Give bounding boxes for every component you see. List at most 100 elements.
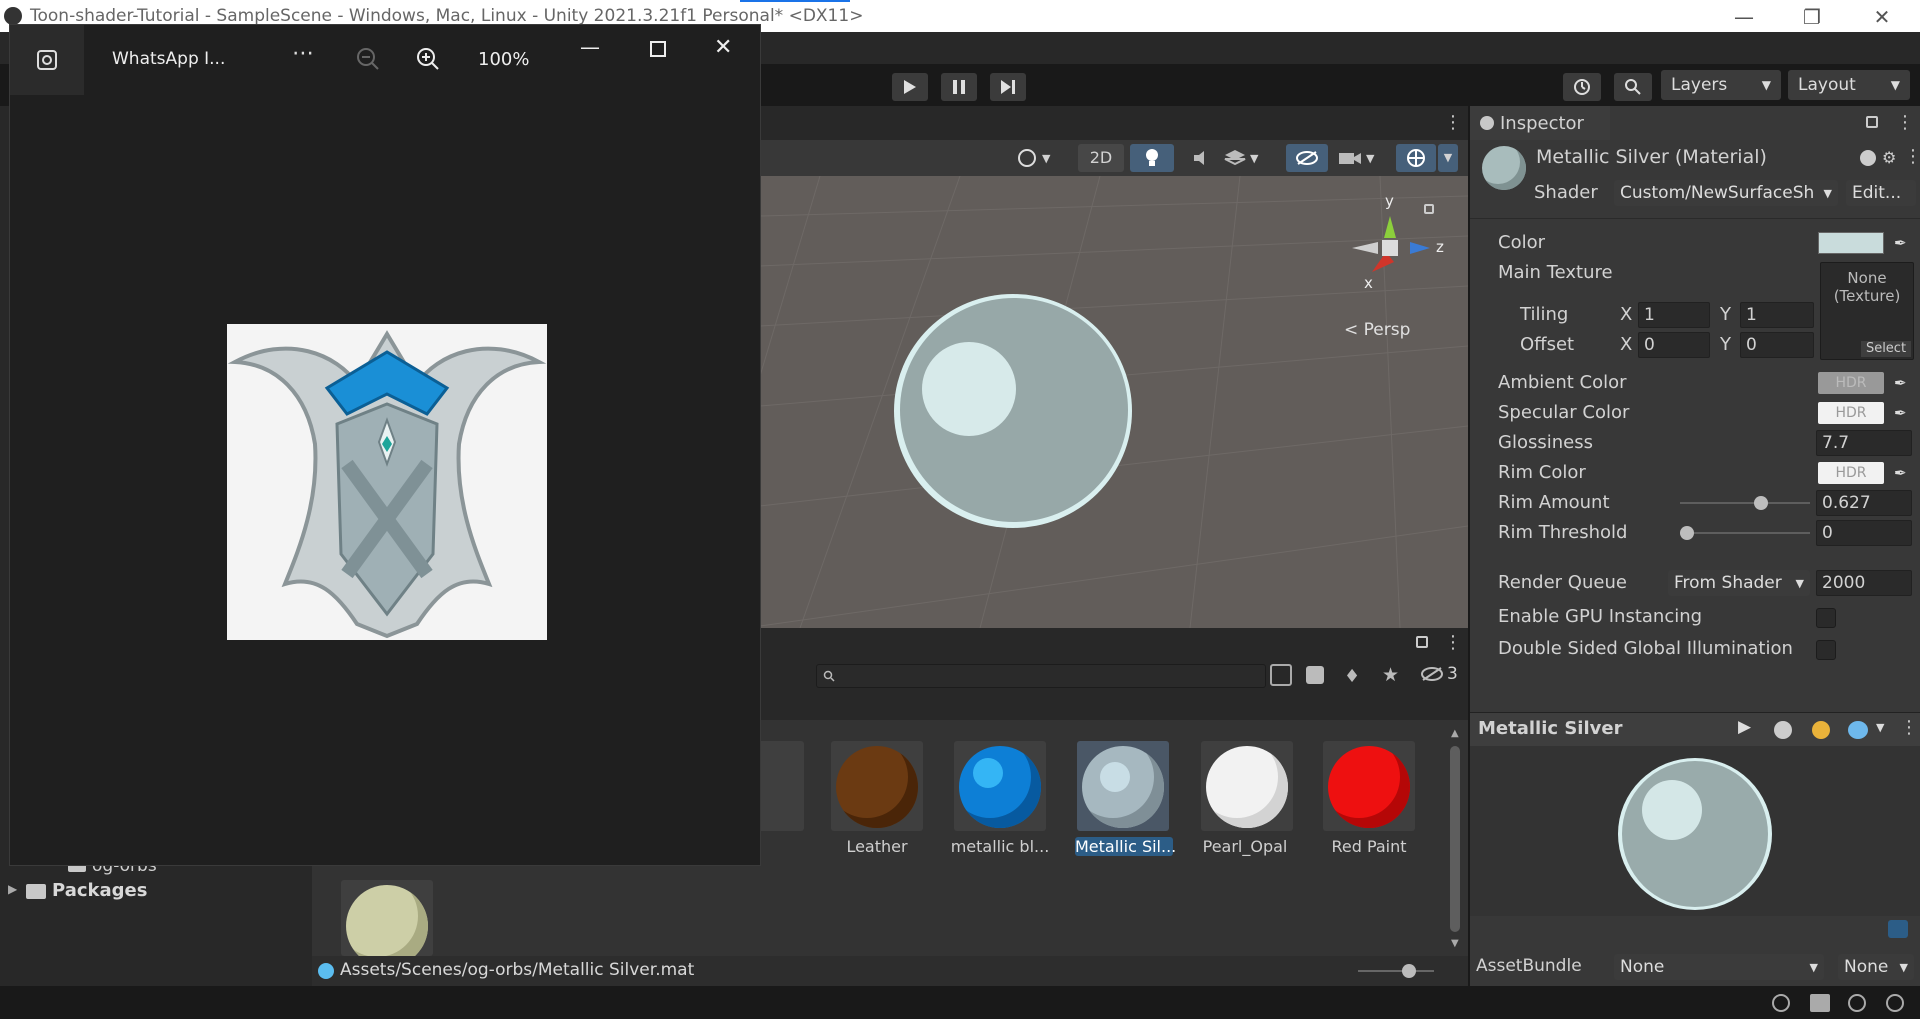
hidden-packages-toggle[interactable]: 3 [1420, 664, 1458, 684]
specular-color-swatch[interactable]: HDR [1818, 402, 1884, 424]
help-icon[interactable] [1860, 150, 1876, 166]
asset-label-tag-icon[interactable] [1888, 920, 1908, 938]
asset-thumb-pearl-opal[interactable] [1201, 741, 1293, 831]
scene-viewport[interactable]: y z x < Persp [760, 176, 1468, 628]
more-options-icon[interactable]: ⋮ [1904, 146, 1920, 167]
ambient-color-swatch[interactable]: HDR [1818, 372, 1884, 394]
eyedropper-icon[interactable]: ✒ [1894, 374, 1907, 392]
tiling-y-input[interactable]: 1 [1740, 302, 1814, 328]
minimize-icon[interactable]: — [1714, 4, 1774, 30]
chevron-down-icon[interactable]: ▼ [1876, 721, 1884, 734]
asset-label[interactable]: Pearl_Opal [1190, 837, 1300, 856]
thumbnail-size-slider[interactable] [1358, 964, 1434, 978]
close-icon[interactable]: ✕ [714, 35, 732, 60]
pause-button[interactable] [941, 73, 977, 101]
more-options-icon[interactable]: ⋮ [1444, 632, 1462, 653]
layout-dropdown[interactable]: Layout ▼ [1788, 70, 1910, 100]
eyedropper-icon[interactable]: ✒ [1894, 404, 1907, 422]
layers-stack-icon[interactable] [1810, 994, 1830, 1012]
minimize-icon[interactable]: — [580, 35, 600, 59]
eyedropper-icon[interactable]: ✒ [1894, 234, 1907, 252]
rim-color-swatch[interactable]: HDR [1818, 462, 1884, 484]
rim-threshold-slider[interactable] [1680, 526, 1810, 540]
offset-y-input[interactable]: 0 [1740, 332, 1814, 358]
filter-by-label-icon[interactable]: ♦ [1344, 666, 1360, 687]
assetbundle-dropdown[interactable]: None ▼ [1614, 954, 1824, 980]
edit-shader-button[interactable]: Edit... [1846, 180, 1916, 206]
material-preview-area[interactable] [1470, 746, 1920, 916]
scene-visibility-toggle[interactable] [1286, 144, 1328, 172]
shader-dropdown[interactable]: Custom/NewSurfaceSh ▼ [1614, 180, 1838, 206]
asset-thumb-metallic-silver[interactable] [1077, 741, 1169, 831]
render-queue-input[interactable]: 2000 [1816, 570, 1912, 596]
asset-label[interactable]: Leather [822, 837, 932, 856]
search-button[interactable] [1614, 73, 1652, 101]
asset-label[interactable]: metallic bl... [945, 837, 1055, 856]
more-options-icon[interactable]: ⋮ [1900, 717, 1918, 738]
lock-icon[interactable] [1416, 636, 1428, 648]
inspector-tab[interactable]: Inspector [1470, 106, 1610, 140]
project-scrollbar[interactable]: ▲ ▼ [1446, 728, 1464, 952]
history-button[interactable] [1563, 73, 1601, 101]
step-button[interactable] [990, 73, 1026, 101]
rim-amount-input[interactable]: 0.627 [1816, 490, 1912, 516]
close-icon[interactable]: ✕ [1852, 4, 1912, 30]
preview-orb[interactable] [894, 294, 1132, 528]
2d-toggle[interactable]: 2D [1078, 144, 1124, 172]
asset-label-selected[interactable]: Metallic Sil... [1075, 837, 1176, 856]
bug-icon[interactable] [1772, 994, 1790, 1012]
photo-image[interactable] [227, 324, 547, 640]
asset-thumb-leather[interactable] [831, 741, 923, 831]
play-button[interactable] [892, 73, 928, 101]
more-options-icon[interactable]: ⋯ [292, 41, 316, 66]
render-queue-dropdown[interactable]: From Shader ▼ [1668, 570, 1810, 596]
preview-background-icon[interactable] [1848, 721, 1868, 739]
preset-icon[interactable]: ⚙ [1882, 148, 1896, 167]
folder-packages[interactable]: Packages [52, 880, 147, 901]
rim-threshold-input[interactable]: 0 [1816, 520, 1912, 546]
asset-label[interactable]: Red Paint [1314, 837, 1424, 856]
more-options-icon[interactable]: ⋮ [1896, 112, 1914, 133]
zoom-in-button[interactable] [416, 47, 440, 76]
filter-by-type-icon[interactable] [1306, 666, 1324, 684]
network-icon[interactable] [1848, 994, 1866, 1012]
preview-light-icon[interactable] [1812, 721, 1830, 739]
foldout-arrow-icon[interactable]: ▶ [8, 882, 17, 896]
gallery-button[interactable] [10, 25, 84, 95]
favorite-star-icon[interactable]: ★ [1382, 664, 1399, 686]
asset-thumb-metallic-blue[interactable] [954, 741, 1046, 831]
gizmos-toggle[interactable]: ▼ [1396, 144, 1460, 172]
lock-icon[interactable] [1424, 204, 1434, 214]
lock-icon[interactable] [1866, 116, 1878, 128]
layers-dropdown[interactable]: Layers ▼ [1661, 70, 1781, 100]
offset-x-input[interactable]: 0 [1638, 332, 1710, 358]
zoom-level[interactable]: 100% [478, 49, 529, 70]
eyedropper-icon[interactable]: ✒ [1894, 464, 1907, 482]
draw-mode-button[interactable]: ▼ [1016, 144, 1066, 172]
more-options-icon[interactable]: ⋮ [1444, 112, 1462, 133]
lighting-toggle[interactable] [1130, 144, 1174, 172]
effects-toggle[interactable]: ▼ [1224, 144, 1280, 172]
asset-thumb-next-row[interactable] [341, 880, 433, 956]
double-sided-checkbox[interactable] [1816, 640, 1836, 660]
texture-slot[interactable]: None (Texture) Select [1820, 262, 1914, 360]
tiling-x-input[interactable]: 1 [1638, 302, 1710, 328]
create-filter-icon[interactable] [1270, 664, 1292, 686]
projection-toggle[interactable]: < Persp [1344, 320, 1410, 340]
assetbundle-variant-dropdown[interactable]: None ▼ [1838, 954, 1914, 980]
restore-icon[interactable]: ❐ [1782, 4, 1842, 30]
asset-search-input[interactable] [816, 664, 1266, 688]
audio-toggle[interactable] [1184, 144, 1220, 172]
maximize-icon[interactable] [650, 41, 666, 57]
preview-play-icon[interactable]: ▶ [1738, 717, 1751, 737]
color-swatch[interactable] [1818, 232, 1884, 254]
glossiness-input[interactable]: 7.7 [1816, 430, 1912, 456]
camera-settings-button[interactable]: ▼ [1338, 144, 1392, 172]
gpu-instancing-checkbox[interactable] [1816, 608, 1836, 628]
texture-select-button[interactable]: Select [1861, 341, 1911, 357]
asset-thumb-red-paint[interactable] [1323, 741, 1415, 831]
zoom-out-button[interactable] [356, 47, 380, 76]
check-circle-icon[interactable] [1886, 994, 1904, 1012]
rim-amount-slider[interactable] [1680, 496, 1810, 510]
preview-mesh-icon[interactable] [1774, 721, 1792, 739]
